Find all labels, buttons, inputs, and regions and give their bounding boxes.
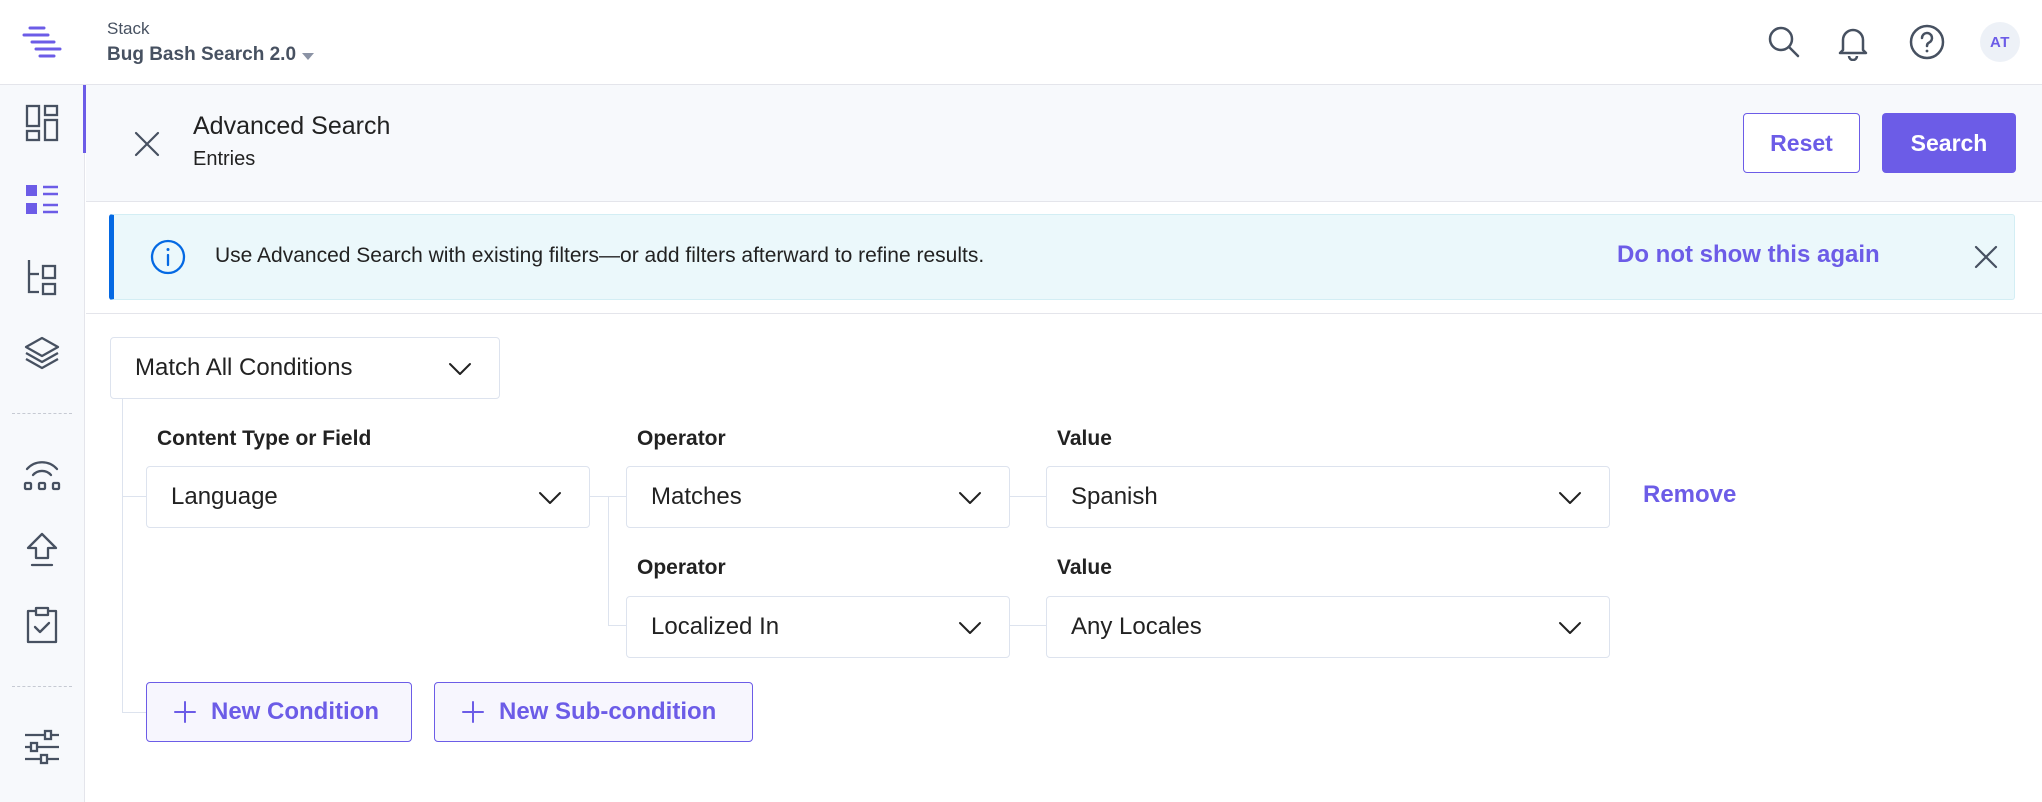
tree-connector (608, 625, 626, 626)
sidebar-divider (12, 413, 72, 414)
sub-operator-label: Operator (637, 556, 726, 579)
sidebar-item-entries[interactable] (17, 175, 67, 225)
close-panel-button[interactable] (122, 119, 172, 169)
sidebar-item-tasks[interactable] (17, 600, 67, 650)
left-sidebar (0, 85, 85, 802)
sub-value-select-value: Any Locales (1071, 613, 1202, 640)
operator-select-value: Matches (651, 483, 742, 510)
match-mode-select[interactable]: Match All Conditions (110, 337, 500, 399)
tree-connector (608, 496, 609, 626)
sidebar-divider (12, 686, 72, 687)
new-subcondition-button[interactable]: New Sub-condition (434, 682, 753, 742)
stack-selector[interactable]: Bug Bash Search 2.0 (107, 44, 315, 66)
user-avatar[interactable]: AT (1980, 22, 2020, 62)
advanced-search-header: Advanced Search Entries Reset Search (86, 85, 2042, 202)
match-mode-value: Match All Conditions (135, 354, 353, 381)
caret-down-icon (302, 53, 315, 60)
search-icon[interactable] (1762, 20, 1806, 64)
chevron-down-icon (1559, 622, 1581, 634)
info-banner: Use Advanced Search with existing filter… (109, 214, 2015, 300)
assets-icon (24, 336, 60, 370)
new-subcondition-label: New Sub-condition (499, 698, 717, 725)
close-icon (1974, 245, 1998, 269)
reset-button[interactable]: Reset (1743, 113, 1860, 173)
plus-icon (174, 701, 196, 723)
releases-icon (23, 461, 61, 491)
new-condition-button[interactable]: New Condition (146, 682, 412, 742)
bell-icon[interactable] (1831, 20, 1875, 64)
help-icon[interactable] (1905, 20, 1949, 64)
field-select[interactable]: Language (146, 466, 590, 528)
banner-message: Use Advanced Search with existing filter… (215, 244, 985, 267)
operator-select[interactable]: Matches (626, 466, 1010, 528)
new-condition-label: New Condition (211, 698, 379, 725)
tasks-icon (26, 606, 58, 644)
page-subtitle: Entries (193, 148, 256, 170)
remove-condition-link[interactable]: Remove (1643, 481, 1736, 509)
value-label: Value (1057, 427, 1112, 450)
sidebar-item-content-models[interactable] (17, 252, 67, 302)
stack-label: Stack (107, 19, 150, 38)
chevron-down-icon (959, 622, 981, 634)
tree-connector (122, 712, 146, 713)
field-label: Content Type or Field (157, 427, 372, 450)
tree-connector (122, 496, 146, 497)
tree-connector (122, 399, 123, 713)
sidebar-item-dashboard[interactable] (17, 98, 67, 148)
sub-operator-select-value: Localized In (651, 613, 780, 640)
content-models-icon (27, 260, 57, 296)
tree-connector (1009, 496, 1046, 497)
contentstack-logo[interactable] (18, 22, 66, 62)
value-select[interactable]: Spanish (1046, 466, 1610, 528)
chevron-down-icon (449, 363, 471, 375)
info-icon (150, 239, 186, 275)
value-select-value: Spanish (1071, 483, 1158, 510)
chevron-down-icon (1559, 492, 1581, 504)
sub-operator-select[interactable]: Localized In (626, 596, 1010, 658)
close-banner-button[interactable] (1966, 237, 2006, 277)
chevron-down-icon (959, 492, 981, 504)
page-title: Advanced Search (193, 112, 391, 140)
plus-icon (462, 701, 484, 723)
deploy-icon (26, 532, 58, 567)
dashboard-icon (25, 104, 59, 142)
tree-connector (1009, 625, 1046, 626)
content-divider (86, 313, 2042, 314)
sidebar-item-releases[interactable] (17, 448, 67, 498)
close-icon (134, 131, 160, 157)
entries-icon (26, 185, 58, 214)
sub-value-select[interactable]: Any Locales (1046, 596, 1610, 658)
top-header: Stack Bug Bash Search 2.0 AT (0, 0, 2042, 85)
operator-label: Operator (637, 427, 726, 450)
chevron-down-icon (539, 492, 561, 504)
do-not-show-again-link[interactable]: Do not show this again (1617, 241, 1880, 269)
sidebar-item-assets[interactable] (17, 328, 67, 378)
field-select-value: Language (171, 483, 278, 510)
sub-value-label: Value (1057, 556, 1112, 579)
sidebar-item-deploy[interactable] (17, 525, 67, 575)
sidebar-item-settings[interactable] (17, 722, 67, 772)
settings-icon (25, 729, 59, 765)
search-button[interactable]: Search (1882, 113, 2016, 173)
stack-name: Bug Bash Search 2.0 (107, 44, 297, 65)
